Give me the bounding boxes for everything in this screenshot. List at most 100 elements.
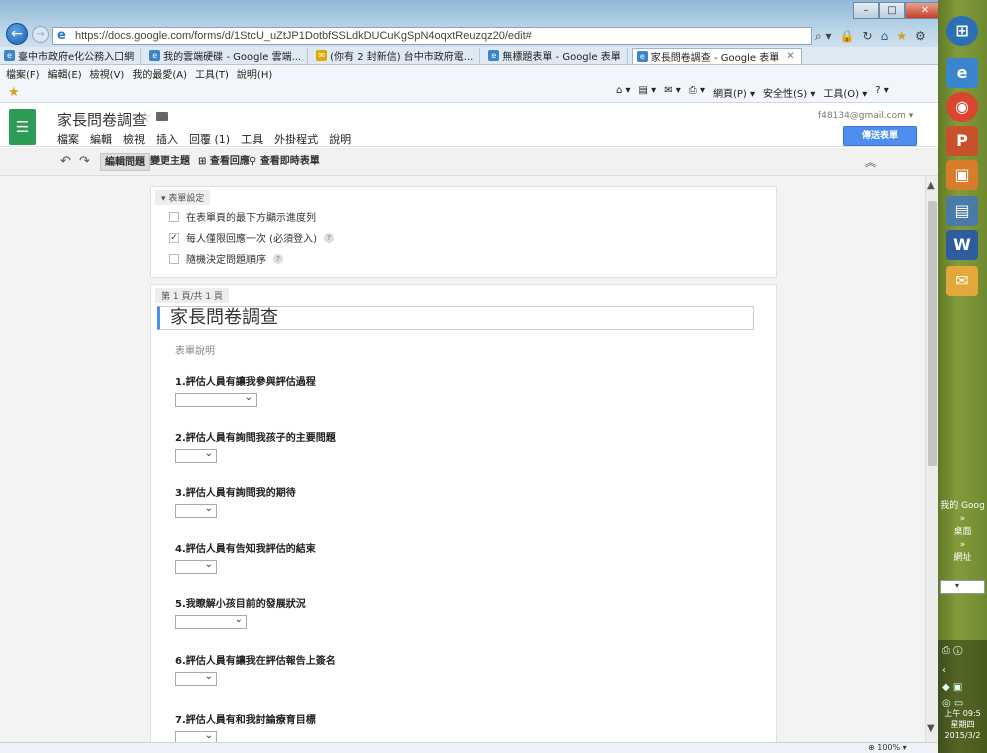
form-title-input[interactable]: 家長問卷調查 xyxy=(157,306,754,330)
help-icon[interactable]: ? xyxy=(273,253,283,264)
answer-dropdown[interactable]: ⌄ xyxy=(175,392,257,407)
word-icon[interactable]: W xyxy=(946,230,978,260)
answer-dropdown[interactable]: ⌄ xyxy=(175,559,217,574)
answer-dropdown[interactable]: ⌄ xyxy=(175,448,217,463)
tab-mail[interactable]: ✉ (你有 2 封新信) 台中市政府電... xyxy=(312,47,481,64)
tray-icons-row[interactable]: ⎙ ⓘ xyxy=(942,645,963,656)
menu-tools[interactable]: 工具(T) xyxy=(195,66,229,81)
forward-button[interactable]: → xyxy=(32,26,49,43)
undo-icon[interactable]: ↶ xyxy=(60,154,71,169)
favorites-icon[interactable]: ★ xyxy=(8,85,20,100)
search-icon[interactable]: ⌕ ▾ xyxy=(815,29,832,44)
tab-untitled-form[interactable]: e 無標題表單 - Google 表單 xyxy=(484,47,628,64)
refresh-icon[interactable]: ↻ xyxy=(863,29,873,43)
folder-icon[interactable]: ▤ xyxy=(946,196,978,226)
question-item[interactable]: 2.評估人員有詢問我孩子的主要問題 ⌄ xyxy=(175,429,336,463)
gadget-desktop[interactable]: 桌面 xyxy=(938,526,987,539)
answer-dropdown[interactable]: ⌄ xyxy=(175,671,217,686)
menu-view[interactable]: 檢視(V) xyxy=(90,66,125,81)
setting-one-response[interactable]: ✓ 每人僅限回應一次 (必須登入) ? xyxy=(169,230,334,245)
forms-menu-help[interactable]: 說明 xyxy=(329,131,351,147)
minimize-button[interactable]: – xyxy=(853,2,879,19)
gadget-dropdown[interactable]: ▾ xyxy=(940,580,985,594)
folder-icon[interactable] xyxy=(156,112,168,121)
maximize-button[interactable]: □ xyxy=(879,2,905,19)
gadget-chevron[interactable]: » xyxy=(938,513,987,526)
forms-menu-responses[interactable]: 回覆 (1) xyxy=(189,131,230,147)
tab-portal[interactable]: e 臺中市政府e化公務入口網 xyxy=(0,47,142,64)
menu-file[interactable]: 檔案(F) xyxy=(6,66,40,81)
print-icon[interactable]: ⎙ ▾ xyxy=(689,85,705,100)
feeds-icon[interactable]: ▤ ▾ xyxy=(639,85,657,100)
ie-icon[interactable]: e xyxy=(946,58,978,88)
powerpoint-icon[interactable]: P xyxy=(946,126,978,156)
settings-toggle[interactable]: ▾ 表單設定 xyxy=(155,190,211,205)
question-item[interactable]: 3.評估人員有詢問我的期待 ⌄ xyxy=(175,484,296,518)
chrome-icon[interactable]: ◉ xyxy=(946,92,978,122)
scroll-up-icon[interactable]: ▲ xyxy=(927,180,935,191)
scroll-thumb[interactable] xyxy=(928,201,937,466)
gear-icon[interactable]: ⚙ xyxy=(915,29,926,43)
scroll-down-icon[interactable]: ▼ xyxy=(927,723,935,734)
change-theme-button[interactable]: 變更主題 xyxy=(146,153,194,171)
edit-questions-button[interactable]: 編輯問題 xyxy=(100,153,150,171)
tray-network-icon[interactable]: ◆ ▣ xyxy=(942,682,962,693)
cmd-tools[interactable]: 工具(O) ▾ xyxy=(823,85,867,100)
zoom-level[interactable]: ⊕ 100% ▾ xyxy=(868,743,907,752)
cmd-page[interactable]: 網頁(P) ▾ xyxy=(713,85,755,100)
star-icon[interactable]: ☆ xyxy=(138,108,151,126)
forms-menu-file[interactable]: 檔案 xyxy=(57,131,79,147)
collapse-chevron-icon[interactable]: ︽ xyxy=(865,154,876,170)
tab-drive[interactable]: e 我的雲端硬碟 - Google 雲端... xyxy=(145,47,309,64)
tray-clock[interactable]: 上午 09:5 星期四 2015/3/2 xyxy=(938,708,987,741)
forms-menu-tools[interactable]: 工具 xyxy=(241,131,263,147)
forms-menu-insert[interactable]: 插入 xyxy=(156,131,178,147)
media-icon[interactable]: ▣ xyxy=(946,160,978,190)
help-icon[interactable]: ? xyxy=(323,232,334,243)
checkbox[interactable] xyxy=(169,211,179,222)
forms-menu-edit[interactable]: 編輯 xyxy=(90,131,112,147)
vertical-scrollbar[interactable]: ▲ ▼ xyxy=(925,176,938,742)
gadget-url[interactable]: 網址 xyxy=(938,552,987,565)
menu-edit[interactable]: 編輯(E) xyxy=(48,66,82,81)
answer-dropdown[interactable]: ⌄ xyxy=(175,503,217,518)
answer-dropdown[interactable]: ⌄ xyxy=(175,730,217,742)
tray-arrow-icon[interactable]: ‹ xyxy=(942,665,946,676)
gadget-chevron[interactable]: » xyxy=(938,539,987,552)
answer-dropdown[interactable]: ⌄ xyxy=(175,614,247,629)
forms-menu-addons[interactable]: 外掛程式 xyxy=(274,131,318,147)
view-live-form-button[interactable]: ⚲ 查看即時表單 xyxy=(245,153,324,171)
address-bar[interactable]: e https://docs.google.com/forms/d/1StcU_… xyxy=(52,27,812,45)
home-icon[interactable]: ⌂ xyxy=(881,29,889,43)
home-menu-icon[interactable]: ⌂ ▾ xyxy=(616,85,631,100)
windows-start-icon[interactable]: ⊞ xyxy=(946,16,978,46)
tab-close-icon[interactable]: ✕ xyxy=(786,51,794,62)
back-button[interactable]: ← xyxy=(6,23,28,45)
menu-favorites[interactable]: 我的最愛(A) xyxy=(132,66,187,81)
menu-help[interactable]: 說明(H) xyxy=(237,66,272,81)
lock-icon[interactable]: 🔒 xyxy=(840,29,855,43)
cmd-safety[interactable]: 安全性(S) ▾ xyxy=(763,85,815,100)
question-item[interactable]: 7.評估人員有和我討論療育目標 ⌄ xyxy=(175,711,316,742)
outlook-icon[interactable]: ✉ xyxy=(946,266,978,296)
send-form-button[interactable]: 傳送表單 xyxy=(843,126,917,146)
question-item[interactable]: 1.評估人員有讓我參與評估過程 ⌄ xyxy=(175,373,316,407)
forms-menu-view[interactable]: 檢視 xyxy=(123,131,145,147)
document-title[interactable]: 家長問卷調查 xyxy=(57,109,147,130)
help-icon[interactable]: ? ▾ xyxy=(875,85,889,100)
redo-icon[interactable]: ↷ xyxy=(79,154,90,169)
checkbox[interactable] xyxy=(169,253,179,264)
setting-shuffle-questions[interactable]: 隨機決定問題順序 ? xyxy=(169,251,283,266)
setting-progress-bar[interactable]: 在表單頁的最下方顯示進度列 xyxy=(169,209,316,224)
tab-parent-survey[interactable]: e 家長問卷調查 - Google 表單 ✕ xyxy=(631,47,802,64)
account-email[interactable]: f48134@gmail.com ▾ xyxy=(818,111,913,121)
gadget-title[interactable]: 我的 Goog xyxy=(938,500,987,513)
question-item[interactable]: 5.我瞭解小孩目前的發展狀況 ⌄ xyxy=(175,595,306,629)
mail-icon[interactable]: ✉ ▾ xyxy=(664,85,681,100)
checkbox-checked[interactable]: ✓ xyxy=(169,232,179,243)
question-item[interactable]: 6.評估人員有讓我在評估報告上簽名 ⌄ xyxy=(175,652,336,686)
question-item[interactable]: 4.評估人員有告知我評估的結束 ⌄ xyxy=(175,540,316,574)
form-description[interactable]: 表單說明 xyxy=(175,342,215,357)
forms-logo-icon[interactable]: ☰ xyxy=(9,109,36,145)
favorites-star-icon[interactable]: ★ xyxy=(896,29,907,43)
